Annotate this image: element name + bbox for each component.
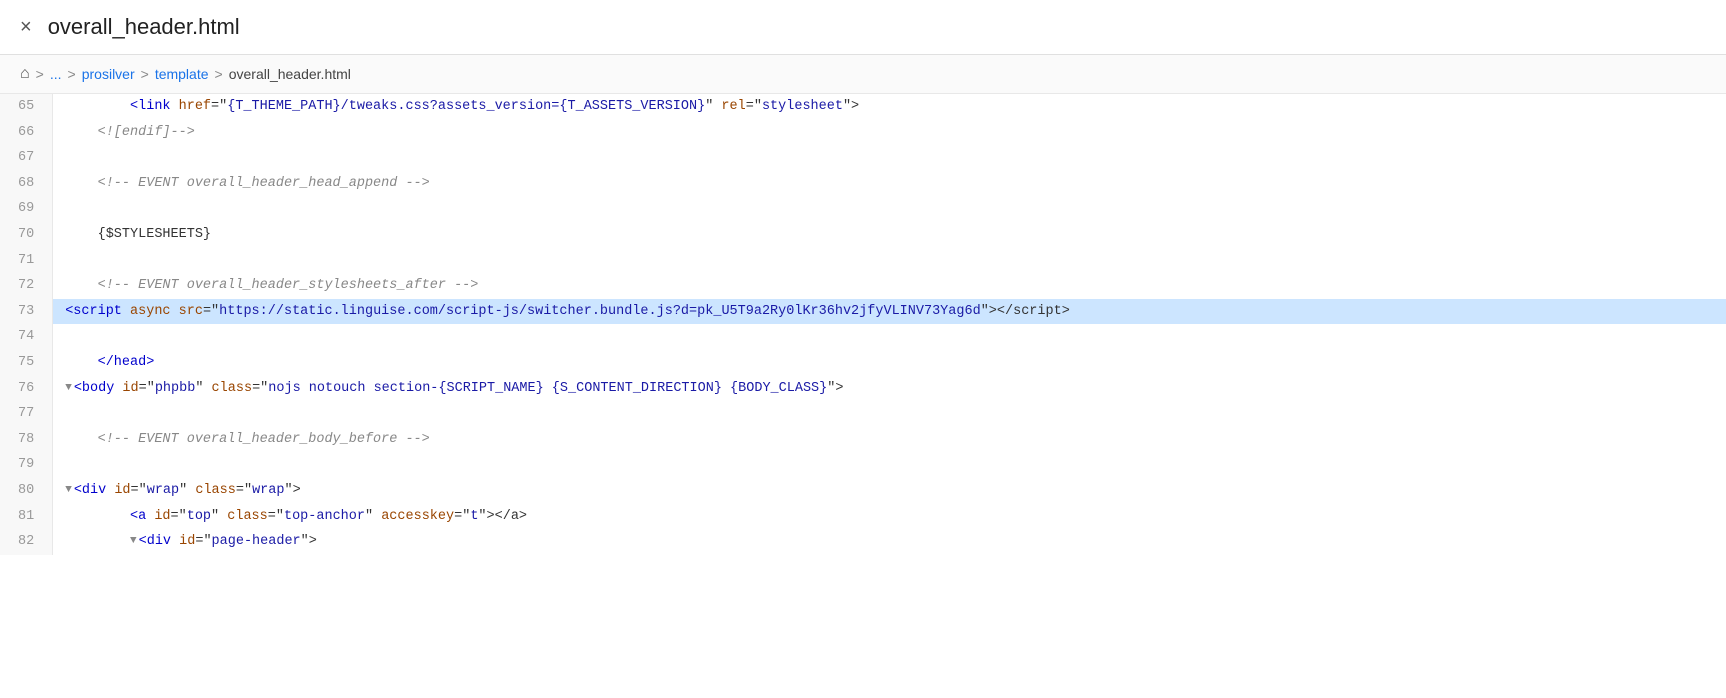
line-num-75: 75 [14,350,38,376]
code-line-79[interactable] [53,452,1726,478]
line-num-66: 66 [14,120,38,146]
line-num-70: 70 [14,222,38,248]
line-num-82: 82 [14,529,38,555]
line-num-72: 72 [14,273,38,299]
breadcrumb-separator-1: > [68,66,76,82]
collapse-arrow-80[interactable]: ▼ [65,478,72,504]
line-numbers: 65 66 67 68 69 70 71 72 73 74 75 76 77 7… [0,94,53,555]
breadcrumb-separator-2: > [141,66,149,82]
code-line-77[interactable] [53,401,1726,427]
line-num-67: 67 [14,145,38,171]
code-line-70[interactable]: {$STYLESHEETS} [53,222,1726,248]
code-line-67[interactable] [53,145,1726,171]
code-line-74[interactable] [53,324,1726,350]
breadcrumb-current-file: overall_header.html [229,66,351,82]
code-line-66[interactable]: <![endif]--> [53,120,1726,146]
code-line-82[interactable]: ▼<div id="page-header"> [53,529,1726,555]
code-line-69[interactable] [53,196,1726,222]
line-num-76: 76 [14,376,38,402]
line-num-73: 73 [14,299,38,325]
title-bar: × overall_header.html [0,0,1726,55]
line-num-68: 68 [14,171,38,197]
line-num-77: 77 [14,401,38,427]
close-button[interactable]: × [20,17,32,37]
line-num-81: 81 [14,504,38,530]
line-num-65: 65 [14,94,38,120]
code-line-72[interactable]: <!-- EVENT overall_header_stylesheets_af… [53,273,1726,299]
home-icon[interactable]: ⌂ [20,65,30,83]
breadcrumb: ⌂ > ... > prosilver > template > overall… [0,55,1726,94]
code-line-65[interactable]: <link href="{T_THEME_PATH}/tweaks.css?as… [53,94,1726,120]
line-num-78: 78 [14,427,38,453]
code-line-76[interactable]: ▼<body id="phpbb" class="nojs notouch se… [53,376,1726,402]
collapse-arrow-76[interactable]: ▼ [65,376,72,402]
line-num-74: 74 [14,324,38,350]
line-num-71: 71 [14,248,38,274]
code-line-75[interactable]: </head> [53,350,1726,376]
breadcrumb-separator-0: > [36,66,44,82]
breadcrumb-prosilver[interactable]: prosilver [82,66,135,82]
code-line-80[interactable]: ▼<div id="wrap" class="wrap"> [53,478,1726,504]
code-line-73[interactable]: <script async src="https://static.lingui… [53,299,1726,325]
line-num-80: 80 [14,478,38,504]
file-title: overall_header.html [48,14,240,40]
breadcrumb-template[interactable]: template [155,66,209,82]
code-line-78[interactable]: <!-- EVENT overall_header_body_before --… [53,427,1726,453]
collapse-arrow-82[interactable]: ▼ [130,529,137,555]
breadcrumb-dots[interactable]: ... [50,66,62,82]
code-line-68[interactable]: <!-- EVENT overall_header_head_append --… [53,171,1726,197]
code-lines: <link href="{T_THEME_PATH}/tweaks.css?as… [53,94,1726,555]
code-line-71[interactable] [53,248,1726,274]
code-editor: 65 66 67 68 69 70 71 72 73 74 75 76 77 7… [0,94,1726,555]
breadcrumb-separator-3: > [215,66,223,82]
line-num-79: 79 [14,452,38,478]
line-num-69: 69 [14,196,38,222]
code-line-81[interactable]: <a id="top" class="top-anchor" accesskey… [53,504,1726,530]
